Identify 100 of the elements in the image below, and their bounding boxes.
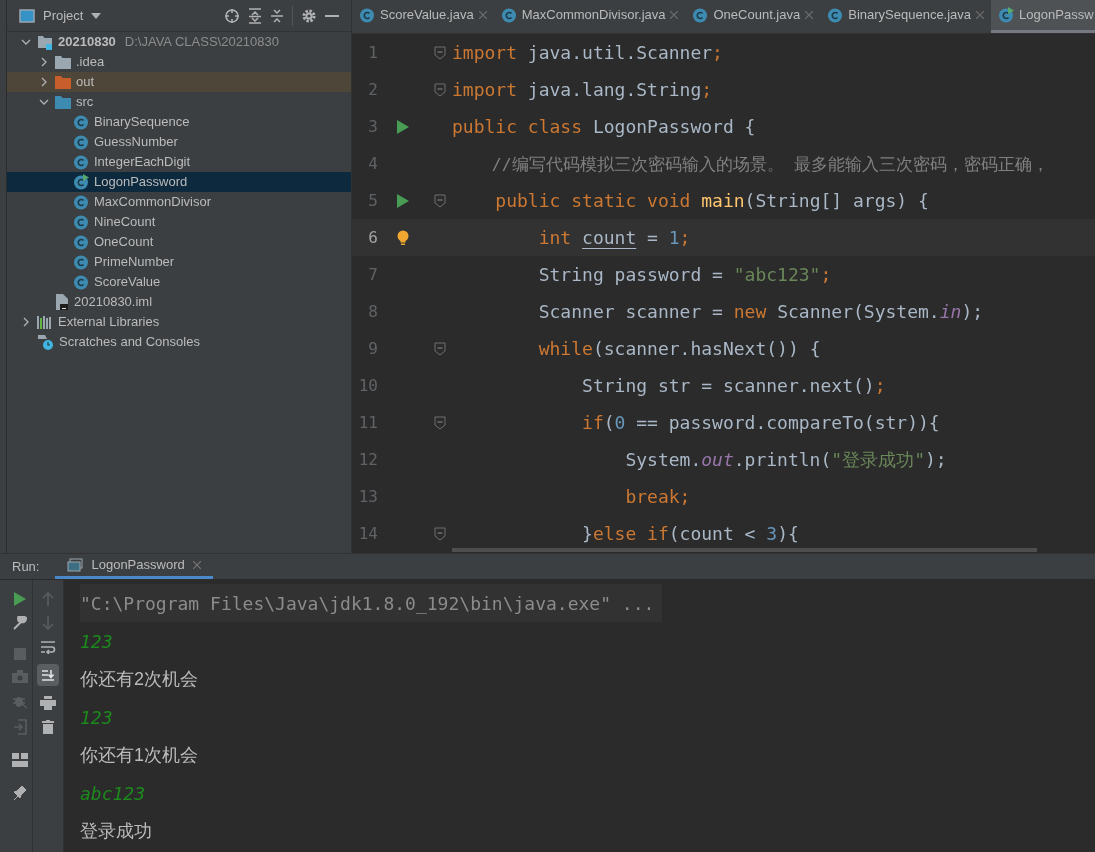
line-number: 4 [367,152,378,175]
line-number: 2 [367,78,378,101]
editor-tab[interactable]: BinarySequence.java [820,0,992,33]
chevron-down-icon[interactable] [39,97,49,107]
line-number: 5 [367,189,378,212]
line-number: 12 [357,448,378,471]
user-entry-text: 123 [80,705,113,730]
chevron-right-icon[interactable] [21,317,31,327]
lightbulb-icon[interactable] [397,229,409,246]
pin-icon[interactable] [12,785,27,801]
line-number: 6 [367,226,378,249]
class-icon [73,214,89,230]
user-entry-text: abc123 [80,781,146,806]
folder-icon [55,95,71,109]
library-icon [37,315,53,329]
console-output: 你还有1次机会 [80,743,198,767]
editor-tab[interactable]: OneCount.java [685,0,821,33]
code-line: import java.util.Scanner; [452,41,723,65]
tree-item[interactable]: src [7,92,351,112]
code-line: }else if(count < 3){ [581,522,799,546]
code-line: if(0 == password.compareTo(str)){ [581,411,940,435]
console-output: 登录成功 [80,819,152,843]
code-line: //编写代码模拟三次密码输入的场景。 最多能输入三次密码，密码正确， [490,153,1049,176]
collapse-all-icon[interactable] [270,7,284,24]
tree-item[interactable]: NineCount [7,212,351,232]
dropdown-caret-icon[interactable] [91,12,102,19]
tree-item[interactable]: MaxCommonDivisor [7,192,351,212]
code-line: public static void main(String[] args) { [494,189,929,213]
tree-item[interactable]: OneCount [7,232,351,252]
tree-item[interactable]: Scratches and Consoles [7,332,351,352]
code-line: Scanner scanner = new Scanner(System.in); [537,300,984,324]
code-line: String str = scanner.next(); [581,374,886,398]
close-icon[interactable] [192,561,201,569]
tree-item[interactable]: ScoreValue [7,272,351,292]
print-icon[interactable] [40,696,56,710]
line-number: 1 [367,41,378,64]
run-icon[interactable] [13,592,26,606]
editor-tab[interactable]: ScoreValue.java [352,0,494,33]
chevron-down-icon[interactable] [21,37,31,47]
class-icon [500,7,517,23]
class-icon [359,7,375,23]
class-icon [73,274,89,290]
runnable-class-icon [73,174,89,190]
tree-item[interactable]: .idea [7,52,351,72]
run-label: Run: [12,557,40,576]
editor-tab[interactable]: MaxCommonDivisor.java [493,0,686,33]
scroll-to-end-button[interactable] [37,664,59,686]
tree-item[interactable]: BinarySequence [7,112,351,132]
run-gutter-icon[interactable] [397,193,409,208]
project-view-icon [19,8,35,23]
line-number: 14 [357,522,378,545]
tree-item[interactable]: External Libraries [7,312,351,332]
fold-marker-icon[interactable] [434,341,446,356]
path-text: D:\JAVA CLASS\20210830 [124,33,279,52]
code-line: System.out.println("登录成功"); [624,448,947,472]
module-folder-icon [37,34,53,50]
run-gutter-icon[interactable] [397,119,409,134]
trash-icon[interactable] [42,720,54,734]
scroll-to-end-icon [41,669,55,681]
code-line: import java.lang.String; [452,78,713,102]
line-number: 13 [357,485,378,508]
file-icon [55,294,69,310]
tree-item[interactable]: LogonPassword [7,172,351,192]
class-icon [827,7,844,23]
expand-all-icon[interactable] [248,7,262,24]
fold-marker-icon[interactable] [434,415,446,430]
tree-item[interactable]: out [7,72,351,92]
code-line: int count = 1; [537,226,691,250]
tree-item[interactable]: 20210830.iml [7,292,351,312]
console-icon [67,558,84,572]
tree-item[interactable]: 20210830 D:\JAVA CLASS\20210830 [7,32,351,52]
tree-item[interactable]: IntegerEachDigit [7,152,351,172]
class-icon [73,134,89,150]
locate-icon[interactable] [224,7,240,24]
tree-item[interactable]: PrimeNumber [7,252,351,272]
line-number: 7 [367,263,378,286]
panel-title[interactable]: Project [43,5,84,26]
soft-wrap-icon[interactable] [40,640,56,654]
fold-marker-icon[interactable] [434,45,446,60]
editor-tab[interactable]: LogonPassw [991,0,1095,33]
class-icon [73,194,89,210]
code-line: break; [624,485,691,509]
line-number: 11 [357,411,378,434]
layout-icon[interactable] [11,753,28,767]
code-line: String password = "abc123"; [537,263,832,287]
settings-icon[interactable] [301,7,317,24]
tree-item[interactable]: GuessNumber [7,132,351,152]
class-icon [73,154,89,170]
user-entry-text: 123 [80,629,113,654]
fold-marker-icon[interactable] [434,82,446,97]
fold-marker-icon[interactable] [434,526,446,541]
line-number: 8 [367,300,378,323]
code-line: while(scanner.hasNext()) { [537,337,821,361]
class-icon [73,254,89,270]
fold-marker-icon[interactable] [434,193,446,208]
line-number: 9 [367,337,378,360]
class-icon [73,234,89,250]
scratches-icon [37,333,54,351]
console-output: 你还有2次机会 [80,667,198,691]
line-number: 10 [357,374,378,397]
